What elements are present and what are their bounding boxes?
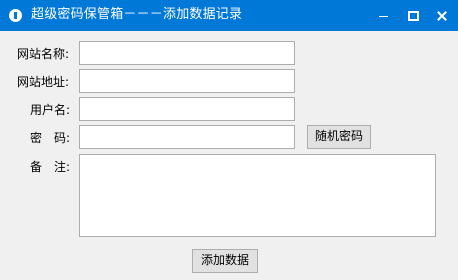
title-bar[interactable]: 超级密码保管箱－－－添加数据记录	[0, 0, 458, 31]
site-name-label: 网站名称:	[17, 47, 70, 61]
password-input[interactable]	[79, 125, 295, 149]
add-data-button[interactable]: 添加数据	[192, 249, 258, 273]
minimize-button[interactable]	[369, 0, 399, 31]
app-info-icon	[9, 9, 22, 22]
random-password-button[interactable]: 随机密码	[307, 125, 371, 149]
site-name-input[interactable]	[79, 41, 295, 65]
site-url-label: 网站地址:	[17, 75, 70, 89]
maximize-button[interactable]	[398, 0, 428, 31]
username-label: 用户名:	[30, 103, 71, 117]
add-record-window: 超级密码保管箱－－－添加数据记录 网站名称: 网站地址: 用户名: 密 码: 随…	[0, 0, 458, 280]
close-button[interactable]	[427, 0, 457, 31]
password-label: 密 码:	[30, 131, 71, 145]
username-input[interactable]	[79, 97, 295, 121]
remark-label: 备 注:	[30, 160, 71, 174]
window-title: 超级密码保管箱－－－添加数据记录	[31, 7, 243, 22]
site-url-input[interactable]	[79, 69, 295, 93]
remark-textarea[interactable]	[79, 154, 436, 237]
